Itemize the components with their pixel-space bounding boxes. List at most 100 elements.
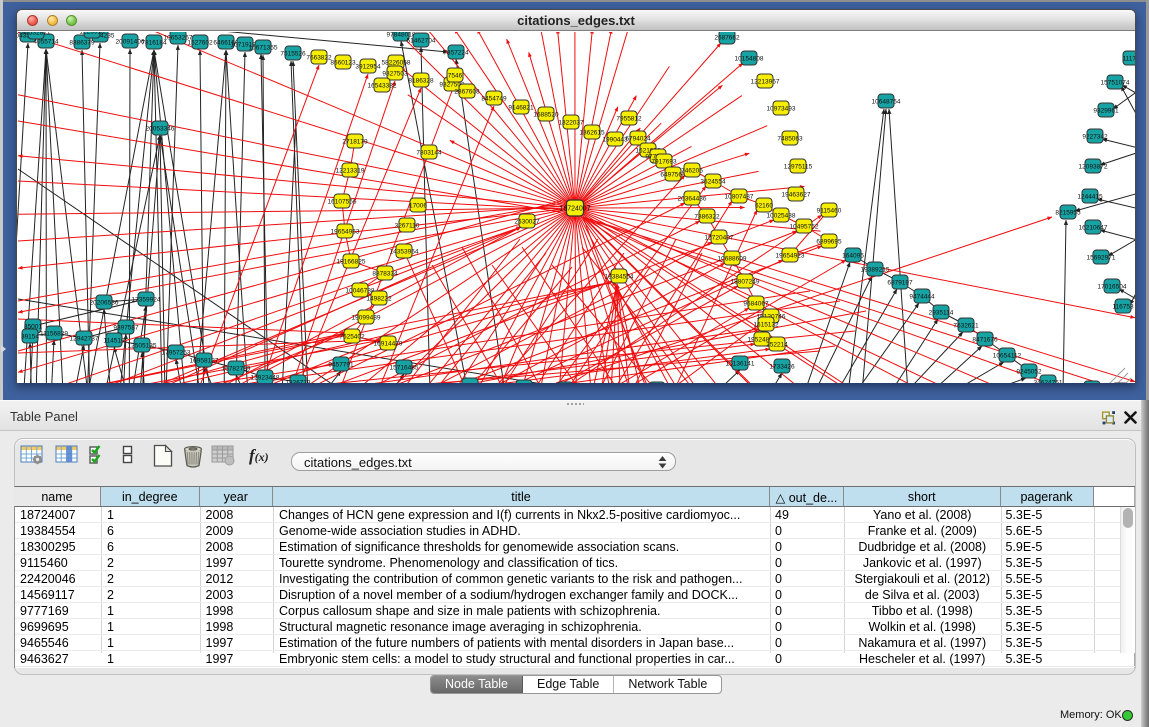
svg-text:1322037: 1322037 xyxy=(558,119,584,126)
svg-text:8215955: 8215955 xyxy=(1055,209,1081,216)
svg-text:17006: 17006 xyxy=(409,202,427,209)
svg-text:10688609: 10688609 xyxy=(718,255,747,262)
svg-text:12093872: 12093872 xyxy=(1079,163,1108,170)
svg-text:9397587: 9397587 xyxy=(113,324,139,331)
svg-text:7386322: 7386322 xyxy=(694,213,720,220)
svg-text:16782759: 16782759 xyxy=(222,365,251,372)
svg-text:10973493: 10973493 xyxy=(767,105,796,112)
svg-text:11156829: 11156829 xyxy=(40,330,68,337)
svg-text:19099489: 19099489 xyxy=(352,314,381,321)
svg-text:2530027: 2530027 xyxy=(514,218,540,225)
svg-text:1588520: 1588520 xyxy=(533,111,559,118)
svg-text:8386379: 8386379 xyxy=(69,39,95,46)
svg-text:10154808: 10154808 xyxy=(735,55,764,62)
svg-text:1615132: 1615132 xyxy=(753,321,779,328)
svg-text:15692971: 15692971 xyxy=(1087,254,1116,261)
svg-text:12213967: 12213967 xyxy=(751,78,780,85)
svg-text:19463627: 19463627 xyxy=(782,191,811,198)
svg-text:58226058: 58226058 xyxy=(382,59,411,66)
svg-text:9146821: 9146821 xyxy=(508,104,534,111)
svg-text:7917693: 7917693 xyxy=(651,158,677,165)
svg-text:19654963: 19654963 xyxy=(331,228,360,235)
svg-text:8878334: 8878334 xyxy=(372,270,398,277)
svg-text:14353964: 14353964 xyxy=(390,248,419,255)
svg-text:10025438: 10025438 xyxy=(767,212,796,219)
svg-text:19654923: 19654923 xyxy=(776,252,805,259)
svg-text:8186328: 8186328 xyxy=(408,77,434,84)
svg-text:20053346: 20053346 xyxy=(146,125,175,132)
svg-text:10046788: 10046788 xyxy=(346,287,375,294)
svg-text:9327503: 9327503 xyxy=(382,70,408,77)
svg-text:16914479: 16914479 xyxy=(374,340,403,347)
svg-text:1498222: 1498222 xyxy=(366,295,392,302)
svg-text:1527602: 1527602 xyxy=(187,39,213,46)
svg-text:1990443: 1990443 xyxy=(602,136,628,143)
svg-text:15136141: 15136141 xyxy=(726,360,755,367)
svg-text:7485063: 7485063 xyxy=(777,135,803,142)
svg-text:7357224: 7357224 xyxy=(443,49,469,56)
svg-text:7546: 7546 xyxy=(448,72,463,79)
svg-text:39154: 39154 xyxy=(21,333,39,340)
svg-text:20364436: 20364436 xyxy=(678,195,707,202)
svg-text:16543382: 16543382 xyxy=(368,82,397,89)
svg-text:12942737: 12942737 xyxy=(70,335,99,342)
svg-text:10654112: 10654112 xyxy=(993,352,1022,359)
svg-text:15751074: 15751074 xyxy=(1101,79,1130,86)
svg-text:19389215: 19389215 xyxy=(861,266,890,273)
svg-text:114519: 114519 xyxy=(103,337,125,344)
svg-text:6794024: 6794024 xyxy=(625,135,651,142)
svg-text:9474444: 9474444 xyxy=(909,293,935,300)
svg-text:9227342: 9227342 xyxy=(1082,133,1108,140)
svg-text:7632621: 7632621 xyxy=(953,322,979,329)
svg-text:12923448: 12923448 xyxy=(251,374,280,381)
svg-text:9457791: 9457791 xyxy=(328,361,354,368)
svg-text:17016504: 17016504 xyxy=(1098,283,1127,290)
svg-text:12975115: 12975115 xyxy=(784,163,813,170)
svg-text:10807487: 10807487 xyxy=(725,193,754,200)
svg-text:18724007: 18724007 xyxy=(559,206,590,213)
svg-text:19166825: 19166825 xyxy=(337,258,366,265)
svg-text:10495752: 10495752 xyxy=(790,223,819,230)
svg-text:17359924: 17359924 xyxy=(132,296,161,303)
svg-text:20206536: 20206536 xyxy=(90,299,119,306)
svg-text:16958127: 16958127 xyxy=(190,357,219,364)
svg-text:16107556: 16107556 xyxy=(328,198,357,205)
svg-text:3267110: 3267110 xyxy=(395,222,420,229)
svg-text:19384554: 19384554 xyxy=(605,273,634,280)
svg-text:51462704: 51462704 xyxy=(407,37,436,44)
svg-text:12213319: 12213319 xyxy=(336,167,365,174)
svg-text:8660123: 8660123 xyxy=(330,59,356,66)
svg-text:6879197: 6879197 xyxy=(887,279,913,286)
svg-text:2718179: 2718179 xyxy=(342,138,368,145)
svg-text:1226916: 1226916 xyxy=(79,32,105,35)
svg-text:9684067: 9684067 xyxy=(743,300,769,307)
svg-text:12505135: 12505135 xyxy=(128,342,157,349)
svg-text:18807249: 18807249 xyxy=(731,278,760,285)
svg-text:02606474: 02606474 xyxy=(456,382,485,383)
svg-text:17957253: 17957253 xyxy=(162,349,191,356)
svg-text:3912954: 3912954 xyxy=(355,63,381,70)
svg-text:8471676: 8471676 xyxy=(972,336,998,343)
svg-text:1326773: 1326773 xyxy=(285,379,311,383)
svg-text:164095: 164095 xyxy=(842,252,864,259)
svg-text:1733426: 1733426 xyxy=(769,363,795,370)
svg-text:3624554: 3624554 xyxy=(700,178,726,185)
svg-text:15716485: 15716485 xyxy=(390,364,419,371)
svg-text:7955812: 7955812 xyxy=(616,115,642,122)
svg-text:10671355: 10671355 xyxy=(249,44,278,51)
svg-text:8454749: 8454749 xyxy=(481,95,507,102)
svg-text:6899695: 6899695 xyxy=(816,238,842,245)
svg-text:9329961: 9329961 xyxy=(1093,107,1119,114)
svg-text:746206: 746206 xyxy=(681,167,703,174)
svg-text:9245052: 9245052 xyxy=(1016,368,1042,375)
svg-text:252214: 252214 xyxy=(766,341,788,348)
svg-text:62160: 62160 xyxy=(755,202,773,209)
svg-text:7803144: 7803144 xyxy=(416,149,442,156)
svg-text:1362615: 1362615 xyxy=(579,129,605,136)
svg-text:16210647: 16210647 xyxy=(1079,224,1108,231)
svg-text:7663822: 7663822 xyxy=(306,54,332,61)
svg-text:96532871: 96532871 xyxy=(22,32,51,36)
svg-text:7515526: 7515526 xyxy=(280,50,306,57)
svg-text:116753: 116753 xyxy=(1112,303,1134,310)
svg-text:34624751: 34624751 xyxy=(1034,379,1063,383)
